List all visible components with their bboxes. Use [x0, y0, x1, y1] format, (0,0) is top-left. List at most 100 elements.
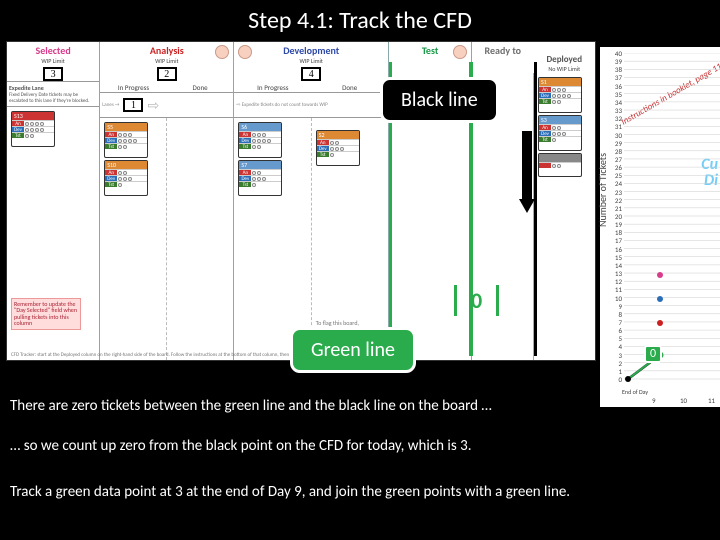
ytick-16: 16	[608, 245, 622, 254]
ytick-7: 7	[608, 318, 622, 327]
ytick-28: 28	[608, 147, 622, 156]
xtick-9: 9	[652, 396, 656, 405]
ytick-13: 13	[608, 269, 622, 278]
card-s7: S7 An Dev Tst	[238, 160, 282, 196]
col-analysis-sub: WIP Limit	[100, 57, 233, 65]
r	[539, 163, 551, 168]
r: Tst	[239, 182, 251, 187]
col-analysis-head: Analysis	[100, 42, 233, 58]
ytick-2: 2	[608, 359, 622, 368]
card-s2-hdr: S2	[317, 131, 359, 139]
card-extra	[538, 153, 582, 177]
ytick-22: 22	[608, 196, 622, 205]
ana-inprog: In Progress	[100, 83, 167, 92]
ytick-9: 9	[608, 302, 622, 311]
r: Dev	[539, 131, 551, 136]
pt-black-d8	[625, 376, 631, 382]
dev-done: Done	[311, 83, 388, 92]
zero-bracket-val: 0	[471, 287, 482, 314]
r: Dev	[239, 176, 251, 181]
ytick-20: 20	[608, 212, 622, 221]
r: Dev	[105, 138, 117, 143]
card-s7-hdr: S7	[239, 161, 281, 169]
avatar-test	[453, 45, 467, 59]
col-ready-head: Ready to	[472, 42, 533, 58]
col-selected-sub: WIP Limit	[7, 57, 99, 65]
note-remember: Remember to update the "Day Selected" fi…	[11, 298, 81, 330]
pt-blue-d9	[657, 296, 663, 302]
expedite-wip: 1	[123, 98, 143, 112]
caption-2: … so we count up zero from the black poi…	[10, 437, 472, 455]
r: Dev	[239, 138, 251, 143]
xtick-10: 10	[680, 396, 687, 405]
cfd-chart: Instructions in booklet, page 11 Cu Di N…	[600, 47, 720, 407]
stage: Selected WIP Limit 3 Expedite Lane Fixed…	[0, 39, 720, 539]
col-analysis: Analysis WIP Limit 2 In ProgressDone Lan…	[100, 42, 234, 360]
wip-analysis: 2	[157, 67, 177, 81]
caption-3: Track a green data point at 3 at the end…	[10, 483, 570, 501]
chart-svg	[624, 53, 720, 389]
page-title: Step 4.1: Track the CFD	[0, 0, 720, 39]
ytick-10: 10	[608, 294, 622, 303]
r: An	[105, 132, 117, 137]
ytick-31: 31	[608, 122, 622, 131]
row-c: Tst	[12, 133, 24, 138]
wip-selected: 3	[43, 67, 63, 81]
card-s10: S10 An Dev Tst	[104, 160, 148, 196]
callout-black-line: Black line	[380, 77, 499, 123]
r: Tst	[239, 144, 251, 149]
chart-xlabel: End of Day	[622, 389, 648, 395]
dev-inprog: In Progress	[234, 83, 311, 92]
ytick-1: 1	[608, 367, 622, 376]
r: An	[317, 140, 329, 145]
ana-done: Done	[167, 83, 234, 92]
card-s1-hdr: S1	[539, 78, 581, 86]
r: Tst	[539, 137, 551, 142]
ytick-32: 32	[608, 114, 622, 123]
r: Dev	[105, 176, 117, 181]
kanban-board: Selected WIP Limit 3 Expedite Lane Fixed…	[6, 41, 596, 361]
card-s3: S3 An Dev Tst	[538, 115, 582, 151]
ytick-26: 26	[608, 163, 622, 172]
ytick-37: 37	[608, 73, 622, 82]
ytick-27: 27	[608, 155, 622, 164]
expedite-label: Expedite Lane	[9, 84, 44, 92]
r: Tst	[539, 99, 551, 104]
col-selected: Selected WIP Limit 3 Expedite Lane Fixed…	[7, 42, 100, 360]
col-dev-sub: WIP Limit	[234, 57, 388, 65]
black-arrow-head	[519, 199, 535, 213]
ytick-34: 34	[608, 98, 622, 107]
ytick-14: 14	[608, 261, 622, 270]
card-s5-hdr: S5	[105, 123, 147, 131]
card-s5: S5 An Dev Tst	[104, 122, 148, 158]
ytick-4: 4	[608, 342, 622, 351]
ytick-19: 19	[608, 220, 622, 229]
ytick-30: 30	[608, 131, 622, 140]
ytick-17: 17	[608, 236, 622, 245]
ytick-21: 21	[608, 204, 622, 213]
card-s6: S6 An Dev Tst	[238, 122, 282, 158]
r: Tst	[105, 144, 117, 149]
card-s6-hdr: S6	[239, 123, 281, 131]
ytick-36: 36	[608, 82, 622, 91]
col-dev-head: Development	[234, 42, 388, 58]
r: An	[239, 132, 251, 137]
ytick-29: 29	[608, 139, 622, 148]
ytick-25: 25	[608, 171, 622, 180]
card-s2: S2 An Dev Tst	[316, 130, 360, 166]
pt-red-d9	[657, 320, 663, 326]
ytick-5: 5	[608, 334, 622, 343]
r: An	[539, 87, 551, 92]
xtick-11: 11	[708, 396, 715, 405]
r: Tst	[105, 182, 117, 187]
card-s1: S1 An Dev Tst	[538, 77, 582, 113]
card-s3-hdr: S3	[539, 116, 581, 124]
ytick-11: 11	[608, 285, 622, 294]
card-s13-hdr: S13	[12, 112, 54, 120]
ytick-12: 12	[608, 277, 622, 286]
ytick-3: 3	[608, 351, 622, 360]
callout-green-line: Green line	[290, 327, 416, 373]
ytick-0: 0	[608, 375, 622, 384]
col-development: Development WIP Limit 4 In ProgressDone …	[234, 42, 389, 360]
r: Dev	[317, 146, 329, 151]
